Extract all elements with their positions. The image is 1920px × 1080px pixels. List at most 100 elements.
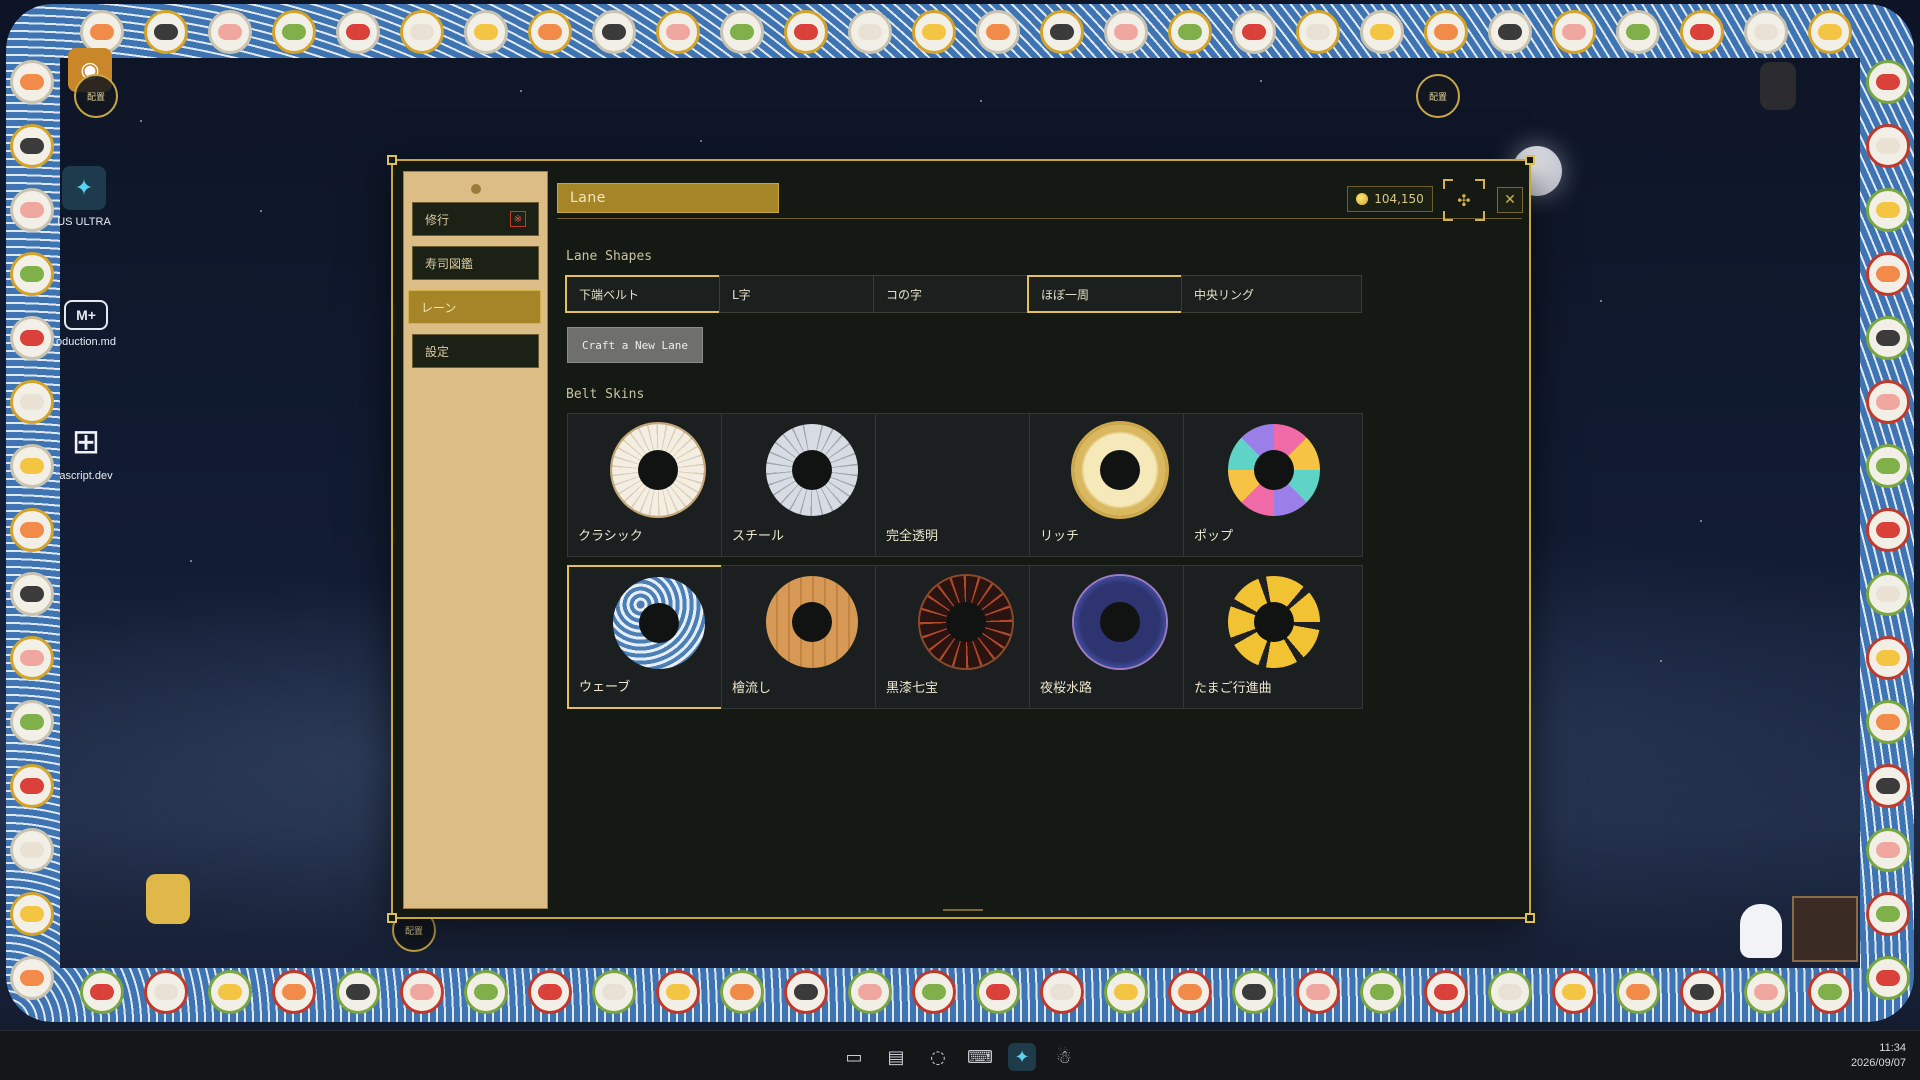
window-corner[interactable] xyxy=(387,913,397,923)
app-icon[interactable]: ✦ xyxy=(1008,1043,1036,1071)
sushi-plate xyxy=(464,970,508,1014)
sushi-piece xyxy=(1876,650,1900,666)
pin-badge[interactable]: 配置 xyxy=(1416,74,1460,118)
cat-mascot[interactable] xyxy=(146,874,190,924)
sushi-plate xyxy=(1866,828,1910,872)
page-title: Lane xyxy=(557,183,779,213)
skin-name: ポップ xyxy=(1194,529,1234,544)
belt-skin-card[interactable]: クラシック xyxy=(567,413,747,557)
sushi-plate xyxy=(464,10,508,54)
sushi-piece xyxy=(20,586,44,602)
sushi-plate xyxy=(1866,188,1910,232)
belt-skin-card[interactable]: 黒漆七宝 xyxy=(875,565,1055,709)
sidebar-item-sushi-book[interactable]: 寿司図鑑 xyxy=(412,246,539,280)
sushi-plate xyxy=(1424,970,1468,1014)
belt-skin-card[interactable]: リッチ xyxy=(1029,413,1209,557)
belt-skin-card[interactable]: 夜桜水路 xyxy=(1029,565,1209,709)
sushi-piece xyxy=(154,984,178,1000)
sushi-piece xyxy=(282,24,306,40)
chat-icon[interactable]: ◌ xyxy=(924,1043,952,1071)
craft-lane-button[interactable]: Craft a New Lane xyxy=(567,327,703,363)
hinoki-ring-icon xyxy=(766,576,858,668)
ghost-mascot[interactable] xyxy=(1740,904,1782,958)
sushi-piece xyxy=(666,24,690,40)
belt-skin-card[interactable]: たまご行進曲 xyxy=(1183,565,1363,709)
sushi-piece xyxy=(20,138,44,154)
desktop-icon-ultra[interactable]: ✦ US ULTRA xyxy=(44,166,124,228)
window-icon[interactable]: ▤ xyxy=(882,1043,910,1071)
sushi-piece xyxy=(922,24,946,40)
sushi-plate xyxy=(1866,252,1910,296)
close-button[interactable]: ✕ xyxy=(1497,187,1523,213)
sushi-plate xyxy=(1168,970,1212,1014)
star xyxy=(1700,520,1702,522)
expand-button[interactable]: ✣ xyxy=(1441,177,1487,223)
sushi-piece xyxy=(602,984,626,1000)
belt-skin-card[interactable]: ポップ xyxy=(1183,413,1363,557)
sushi-piece xyxy=(410,984,434,1000)
sushi-plate xyxy=(656,10,700,54)
sushi-plate xyxy=(1104,970,1148,1014)
sushi-piece xyxy=(20,458,44,474)
sidebar-item-settings[interactable]: 設定 xyxy=(412,334,539,368)
sidebar-item-training[interactable]: 修行 ※ xyxy=(412,202,539,236)
sushi-piece xyxy=(20,202,44,218)
pop-ring-icon xyxy=(1228,424,1320,516)
skin-name: 夜桜水路 xyxy=(1040,681,1093,696)
belt-skin-card[interactable]: ウェーブ xyxy=(567,565,747,709)
sushi-plate xyxy=(400,970,444,1014)
sushi-plate xyxy=(144,970,188,1014)
sushi-piece xyxy=(1876,778,1900,794)
sushi-piece xyxy=(1876,266,1900,282)
sushi-piece xyxy=(154,24,178,40)
desktop-icon-markdown[interactable]: M+ oduction.md xyxy=(46,300,126,348)
ghost-icon[interactable]: ☃ xyxy=(1050,1043,1078,1071)
star xyxy=(140,120,142,122)
sushi-piece xyxy=(794,24,818,40)
sushi-plate xyxy=(1866,444,1910,488)
sushi-piece xyxy=(1306,984,1330,1000)
brown-widget[interactable] xyxy=(1792,896,1858,962)
lane-shape-label: 下端ベルト xyxy=(579,287,640,302)
sushi-plate xyxy=(10,380,54,424)
window-corner[interactable] xyxy=(1525,913,1535,923)
sushi-plate xyxy=(720,10,764,54)
clock[interactable]: 11:34 2026/09/07 xyxy=(1851,1041,1906,1071)
sushi-piece xyxy=(1434,24,1458,40)
sushi-plate xyxy=(144,10,188,54)
lane-shapes-heading: Lane Shapes xyxy=(566,249,653,264)
folder-icon[interactable]: ▭ xyxy=(840,1043,868,1071)
sushi-plate xyxy=(1168,10,1212,54)
sushi-piece xyxy=(1306,24,1330,40)
belt-skin-card[interactable]: スチール xyxy=(721,413,901,557)
sidebar-dot xyxy=(470,184,481,194)
window-corner[interactable] xyxy=(1525,155,1535,165)
sidebar-item-lane[interactable]: レーン xyxy=(408,290,541,324)
skin-name: たまご行進曲 xyxy=(1194,681,1272,696)
sushi-piece xyxy=(1876,394,1900,410)
window-corner[interactable] xyxy=(387,155,397,165)
terminal-icon[interactable]: ⌨ xyxy=(966,1043,994,1071)
sushi-piece xyxy=(730,24,754,40)
lane-shape-option[interactable]: 中央リング xyxy=(1181,275,1362,313)
sushi-piece xyxy=(1876,138,1900,154)
belt-skin-card[interactable]: 完全透明 xyxy=(875,413,1055,557)
sidebar-item-label: 修行 xyxy=(425,212,450,227)
sushi-piece xyxy=(20,522,44,538)
belt-skin-card[interactable]: 檜流し xyxy=(721,565,901,709)
sushi-plate xyxy=(10,892,54,936)
sidebar-item-label: 設定 xyxy=(425,344,450,359)
sushi-plate xyxy=(80,970,124,1014)
sushi-piece xyxy=(20,74,44,90)
sushi-plate xyxy=(1552,10,1596,54)
desktop-icon-ascript[interactable]: ⊞ ascript.dev xyxy=(46,420,126,482)
skin-name: クラシック xyxy=(578,529,643,544)
pin-badge[interactable]: 配置 xyxy=(74,74,118,118)
sushi-piece xyxy=(1876,714,1900,730)
markdown-icon: M+ xyxy=(64,300,108,330)
resize-handle[interactable] xyxy=(943,909,983,911)
sushi-plate xyxy=(976,970,1020,1014)
ninja-mascot[interactable] xyxy=(1760,62,1796,110)
sushi-piece xyxy=(20,970,44,986)
sushi-piece xyxy=(20,394,44,410)
